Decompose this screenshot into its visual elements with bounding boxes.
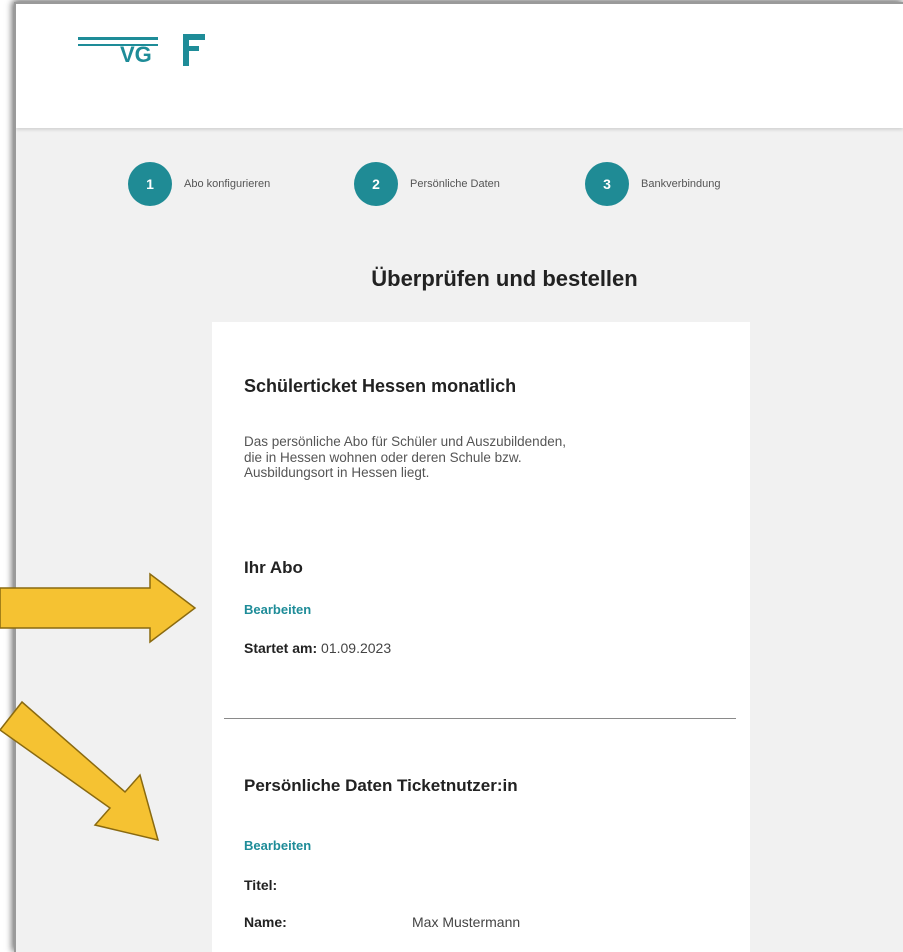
step-label: Bankverbindung bbox=[641, 178, 721, 190]
annotation-arrow-right-icon bbox=[0, 572, 197, 644]
section-divider bbox=[224, 718, 736, 719]
order-summary-card: Schülerticket Hessen monatlich Das persö… bbox=[212, 322, 750, 952]
logo-f-mark bbox=[183, 34, 209, 66]
logo-stripe bbox=[78, 37, 158, 40]
title-label: Titel: bbox=[244, 877, 278, 893]
page-title: Überprüfen und bestellen bbox=[371, 266, 638, 291]
step-number: 3 bbox=[585, 162, 629, 206]
name-row: Name: bbox=[244, 914, 287, 930]
step-bankverbindung[interactable]: 3 Bankverbindung bbox=[585, 162, 721, 206]
product-description: Das persönliche Abo für Schüler und Ausz… bbox=[244, 434, 566, 481]
product-title: Schülerticket Hessen monatlich bbox=[244, 376, 517, 396]
step-label: Abo konfigurieren bbox=[184, 178, 271, 190]
start-date-value: 01.09.2023 bbox=[321, 640, 392, 656]
step-number: 2 bbox=[354, 162, 398, 206]
title-row: Titel: bbox=[244, 877, 277, 893]
edit-personal-data-link[interactable]: Bearbeiten bbox=[244, 838, 311, 853]
name-value: Max Mustermann bbox=[412, 914, 521, 930]
start-date-label: Startet am: bbox=[244, 640, 318, 656]
vgf-logo[interactable]: VG bbox=[78, 22, 218, 82]
step-abo-konfigurieren[interactable]: 1 Abo konfigurieren bbox=[128, 162, 270, 206]
logo-text: VG bbox=[120, 42, 152, 67]
name-label: Name: bbox=[244, 914, 287, 930]
edit-abo-link[interactable]: Bearbeiten bbox=[244, 602, 311, 617]
site-header: VG bbox=[16, 4, 903, 128]
step-label: Persönliche Daten bbox=[410, 178, 500, 190]
step-number: 1 bbox=[128, 162, 172, 206]
start-date-row: Startet am: 01.09.2023 bbox=[244, 640, 391, 656]
checkout-stepper: 1 Abo konfigurieren 2 Persönliche Daten … bbox=[16, 162, 903, 212]
abo-heading: Ihr Abo bbox=[244, 558, 303, 577]
annotation-arrow-diagonal-icon bbox=[0, 700, 160, 842]
step-persoenliche-daten[interactable]: 2 Persönliche Daten bbox=[354, 162, 500, 206]
personal-data-heading: Persönliche Daten Ticketnutzer:in bbox=[244, 776, 518, 795]
